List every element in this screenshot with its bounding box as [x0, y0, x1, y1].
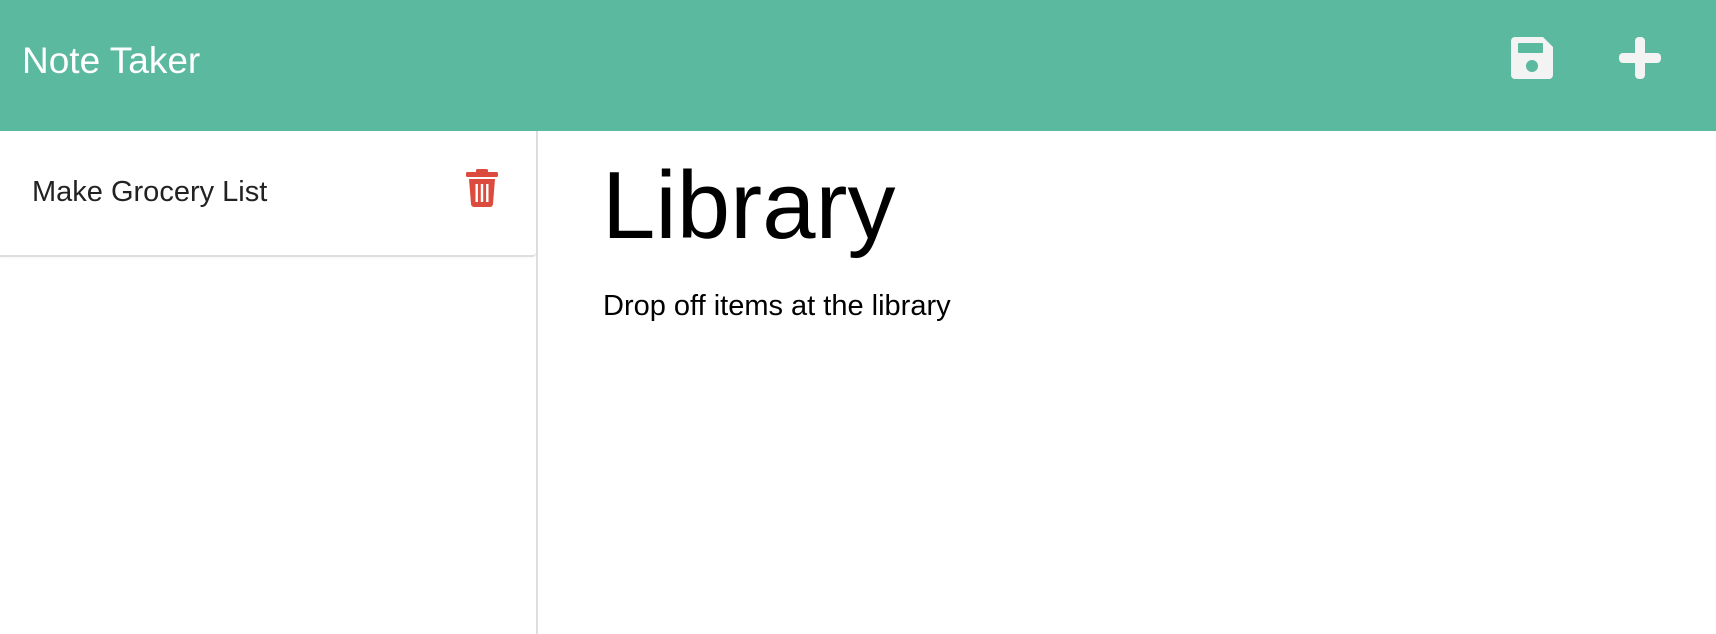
navbar: Note Taker [0, 0, 1716, 131]
save-note-button[interactable] [1502, 30, 1562, 90]
plus-icon [1617, 35, 1663, 86]
note-editor: Library Drop off items at the library [540, 131, 1716, 634]
app-title[interactable]: Note Taker [22, 42, 200, 79]
delete-note-button[interactable] [462, 168, 502, 212]
note-list-item[interactable]: Make Grocery List [0, 131, 536, 257]
notes-sidebar: Make Grocery List [0, 131, 538, 634]
new-note-button[interactable] [1610, 30, 1670, 90]
trash-icon [466, 168, 498, 212]
save-icon [1509, 35, 1555, 86]
note-title-display[interactable]: Library [602, 151, 895, 261]
note-list-item-title[interactable]: Make Grocery List [32, 175, 267, 210]
note-text-display[interactable]: Drop off items at the library [603, 289, 951, 324]
